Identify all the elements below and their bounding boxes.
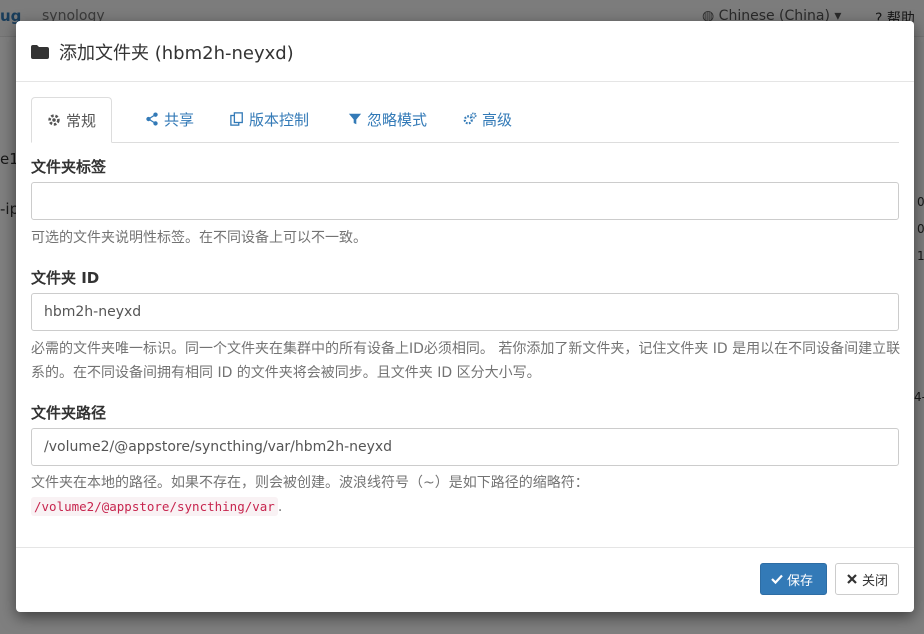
filter-icon — [348, 113, 362, 125]
folder-path-help-end: . — [277, 499, 283, 515]
tab-general[interactable]: 常规 — [31, 97, 113, 143]
folder-id-input[interactable] — [31, 293, 899, 331]
close-icon — [847, 574, 857, 584]
folder-path-input[interactable] — [31, 428, 899, 466]
folder-path-help-code: /volume2/@appstore/syncthing/var — [31, 497, 278, 516]
folder-icon — [31, 45, 49, 59]
dialog-title-text: 添加文件夹 (hbm2h-neyxd) — [59, 43, 294, 64]
dialog-header: 添加文件夹 (hbm2h-neyxd) — [16, 21, 914, 82]
tab-advanced[interactable]: 高级 — [448, 97, 527, 141]
tab-label: 高级 — [482, 110, 513, 129]
folder-id-title: 文件夹 ID — [31, 269, 100, 287]
dialog-tabs: 常规 共享 版本控制 忽略模式 高级 — [31, 97, 899, 143]
check-icon — [771, 574, 783, 585]
tab-label: 版本控制 — [249, 110, 310, 129]
tab-label: 忽略模式 — [367, 110, 428, 129]
copy-icon — [230, 112, 243, 126]
tab-ignore-patterns[interactable]: 忽略模式 — [333, 97, 442, 141]
close-button-label: 关闭 — [862, 573, 889, 589]
folder-label-help: 可选的文件夹说明性标签。在不同设备上可以不一致。 — [31, 230, 367, 246]
tab-sharing[interactable]: 共享 — [130, 97, 209, 141]
folder-label-input[interactable] — [31, 182, 899, 220]
cogs-icon — [463, 112, 477, 125]
tab-label: 共享 — [164, 110, 195, 129]
tab-label: 常规 — [66, 111, 97, 130]
dialog-footer: 保存 关闭 — [16, 547, 914, 612]
share-icon — [146, 112, 158, 126]
gear-icon — [48, 114, 60, 126]
dialog-title: 添加文件夹 (hbm2h-neyxd) — [31, 39, 294, 65]
folder-label-title: 文件夹标签 — [31, 158, 107, 176]
save-button[interactable]: 保存 — [760, 563, 827, 595]
tab-versioning[interactable]: 版本控制 — [215, 97, 324, 141]
folder-path-help: 文件夹在本地的路径。如果不存在，则会被创建。波浪线符号（~）是如下路径的缩略符：… — [31, 471, 901, 519]
folder-path-title: 文件夹路径 — [31, 404, 107, 422]
add-folder-dialog: 添加文件夹 (hbm2h-neyxd) 常规 共享 版本控制 忽略模式 高级 文… — [16, 21, 914, 612]
close-button[interactable]: 关闭 — [835, 563, 899, 595]
folder-path-help-text: 文件夹在本地的路径。如果不存在，则会被创建。波浪线符号（~）是如下路径的缩略符： — [31, 475, 589, 491]
folder-id-help: 必需的文件夹唯一标识。同一个文件夹在集群中的所有设备上ID必须相同。 若你添加了… — [31, 341, 901, 381]
save-button-label: 保存 — [787, 573, 814, 589]
